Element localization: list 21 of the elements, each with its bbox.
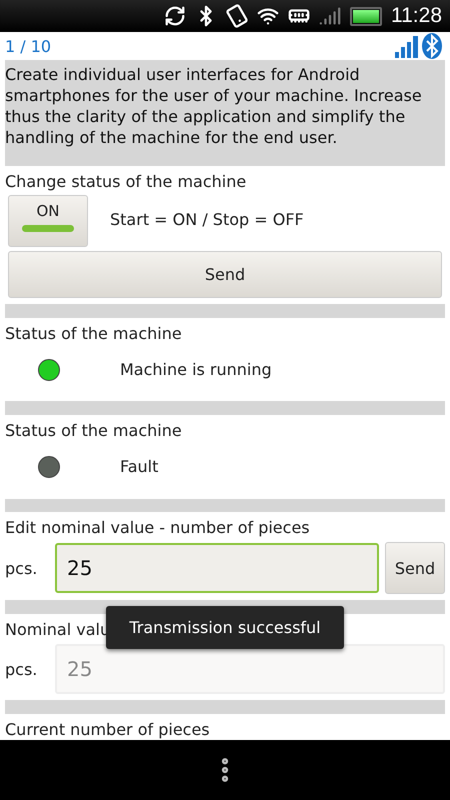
status-text: Fault: [120, 457, 158, 476]
section-label: Edit nominal value - number of pieces: [5, 517, 310, 538]
page-counter: 1 / 10: [5, 36, 52, 56]
signal-icon: [319, 5, 341, 27]
send-button[interactable]: Send: [385, 542, 445, 594]
number-field[interactable]: 25: [55, 543, 379, 594]
section-label: Current number of pieces: [5, 719, 210, 740]
section-label: Status of the machine: [5, 322, 182, 344]
description-text: Create individual user interfaces for Android smartphones for the user of your machine. Increase thus the clarity of the application and simplify the handling of the machine for the end user.: [5, 60, 445, 166]
sync-icon: [164, 5, 186, 27]
section-label: Change status of the machine: [5, 171, 246, 192]
hint-text: Start = ON / Stop = OFF: [110, 210, 304, 229]
unit-label: pcs.: [5, 558, 38, 578]
send-button[interactable]: Send: [8, 251, 442, 298]
unit-label: pcs.: [5, 660, 38, 679]
section-label: Status of the machine: [5, 420, 182, 442]
toggle-button[interactable]: ON: [8, 195, 88, 247]
clock: 11:28: [391, 4, 442, 28]
battery-icon: [350, 6, 382, 26]
toast-message: Transmission successful: [106, 606, 344, 649]
status-text: Machine is running: [120, 360, 272, 380]
